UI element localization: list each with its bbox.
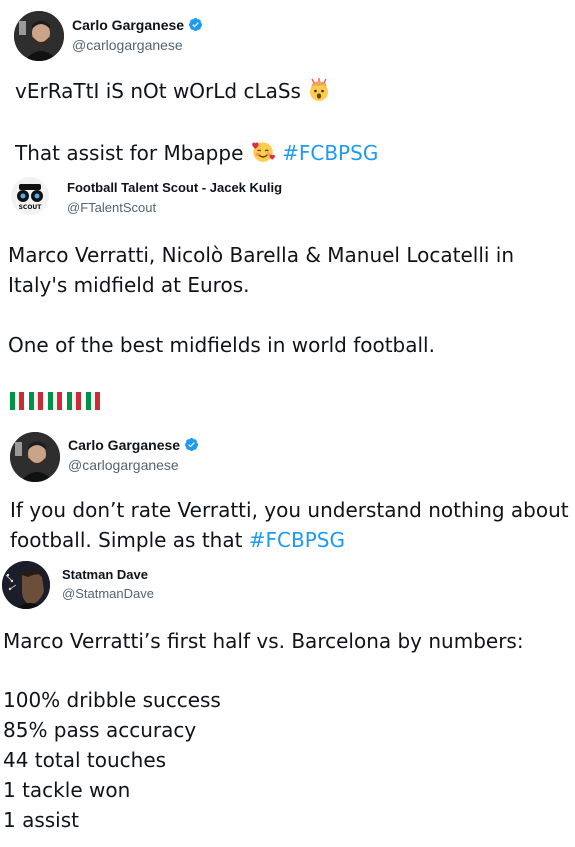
italy-flag-icon [48, 392, 62, 410]
tweet-text-line: If you don’t rate Verratti, you understa… [10, 498, 569, 522]
italy-flag-icon [29, 392, 43, 410]
avatar-logo-text: SCOUT [19, 204, 43, 211]
hashtag-link[interactable]: #FCBPSG [249, 528, 345, 552]
author-name[interactable]: Football Talent Scout - Jacek Kulig [67, 180, 282, 195]
tweet-text-line: Marco Verratti’s first half vs. Barcelon… [3, 629, 524, 653]
author-name[interactable]: Carlo Garganese [68, 437, 199, 453]
italy-flags-row [10, 392, 105, 412]
avatar[interactable] [2, 561, 50, 609]
italy-flag-icon [67, 392, 81, 410]
tweet-carlo-2: Carlo Garganese @carlogarganese If you d… [0, 430, 575, 555]
exploding-head-emoji-icon [310, 78, 329, 101]
smiling-face-with-hearts-emoji-icon [251, 142, 275, 162]
stat-line: 85% pass accuracy [3, 718, 197, 742]
author-handle[interactable]: @FTalentScout [67, 200, 156, 215]
tweet-text-line: football. Simple as that #FCBPSG [10, 528, 345, 552]
stat-line: 100% dribble success [3, 688, 221, 712]
stat-line: 1 assist [3, 808, 79, 832]
author-name[interactable]: Carlo Garganese [72, 17, 203, 33]
verified-badge-icon [189, 17, 203, 32]
tweet-text-line: Italy's midfield at Euros. [8, 273, 250, 297]
author-name[interactable]: Statman Dave [62, 567, 148, 582]
author-handle[interactable]: @carlogarganese [68, 457, 179, 473]
stat-line: 1 tackle won [3, 778, 131, 802]
italy-flag-icon [10, 392, 24, 410]
tweet-text: vErRaTtI iS nOt wOrLd cLaSs [15, 79, 301, 103]
tweet-text-line: vErRaTtI iS nOt wOrLd cLaSs [15, 78, 331, 103]
avatar[interactable] [10, 432, 60, 482]
tweet-text-line: Marco Verratti, Nicolò Barella & Manuel … [8, 243, 515, 267]
tweet-text-line: That assist for Mbappe #FCBPSG [15, 138, 378, 165]
tweet-statman-dave: Statman Dave @StatmanDave Marco Verratti… [0, 555, 575, 847]
stat-line: 44 total touches [3, 748, 167, 772]
tweet-text: That assist for Mbappe [15, 141, 244, 165]
avatar[interactable]: SCOUT [10, 176, 50, 216]
tweet-carlo-1: Carlo Garganese @carlogarganese vErRaTtI… [0, 0, 575, 170]
author-handle[interactable]: @StatmanDave [62, 586, 154, 601]
italy-flag-icon [86, 392, 100, 410]
tweet-football-talent-scout: SCOUT Football Talent Scout - Jacek Kuli… [0, 170, 575, 430]
verified-badge-icon [185, 437, 199, 452]
author-name-text[interactable]: Carlo Garganese [72, 17, 184, 33]
tweet-text-line: One of the best midfields in world footb… [8, 333, 435, 357]
hashtag-link[interactable]: #FCBPSG [282, 141, 378, 165]
author-handle[interactable]: @carlogarganese [72, 37, 183, 53]
tweet-text: football. Simple as that [10, 528, 243, 552]
author-name-text[interactable]: Carlo Garganese [68, 437, 180, 453]
avatar[interactable] [14, 11, 64, 61]
